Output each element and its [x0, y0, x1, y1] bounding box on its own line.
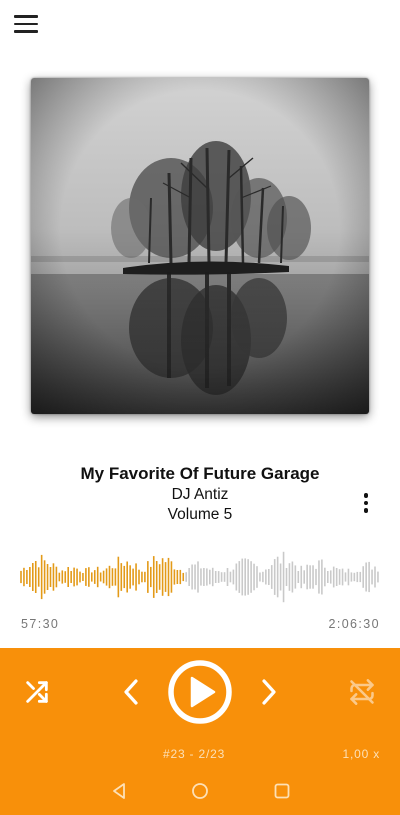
play-icon[interactable] — [167, 659, 233, 725]
hamburger-icon[interactable] — [14, 12, 42, 36]
playback-speed[interactable]: 1,00 x — [343, 747, 381, 761]
shuffle-icon[interactable] — [20, 675, 54, 709]
repeat-off-icon[interactable] — [345, 675, 379, 709]
total-duration: 2:06:30 — [328, 617, 380, 631]
album-art-image — [31, 78, 369, 414]
circle-home-icon[interactable] — [189, 780, 211, 802]
track-album: Volume 5 — [167, 506, 233, 523]
queue-position: #23 - 2/23 — [163, 747, 226, 761]
square-recents-icon[interactable] — [271, 780, 293, 802]
track-title: My Favorite Of Future Garage — [80, 464, 320, 483]
track-artist: DJ Antiz — [171, 486, 229, 503]
track-info: My Favorite Of Future Garage DJ Antiz Vo… — [0, 463, 400, 525]
waveform-seekbar[interactable] — [20, 548, 382, 606]
chevron-left-icon[interactable] — [114, 675, 148, 709]
more-vertical-icon[interactable] — [357, 491, 375, 515]
player-screen: My Favorite Of Future Garage DJ Antiz Vo… — [0, 0, 400, 815]
album-cover — [31, 78, 369, 414]
chevron-right-icon[interactable] — [252, 675, 286, 709]
elapsed-time: 57:30 — [21, 617, 60, 631]
triangle-back-icon[interactable] — [108, 780, 130, 802]
